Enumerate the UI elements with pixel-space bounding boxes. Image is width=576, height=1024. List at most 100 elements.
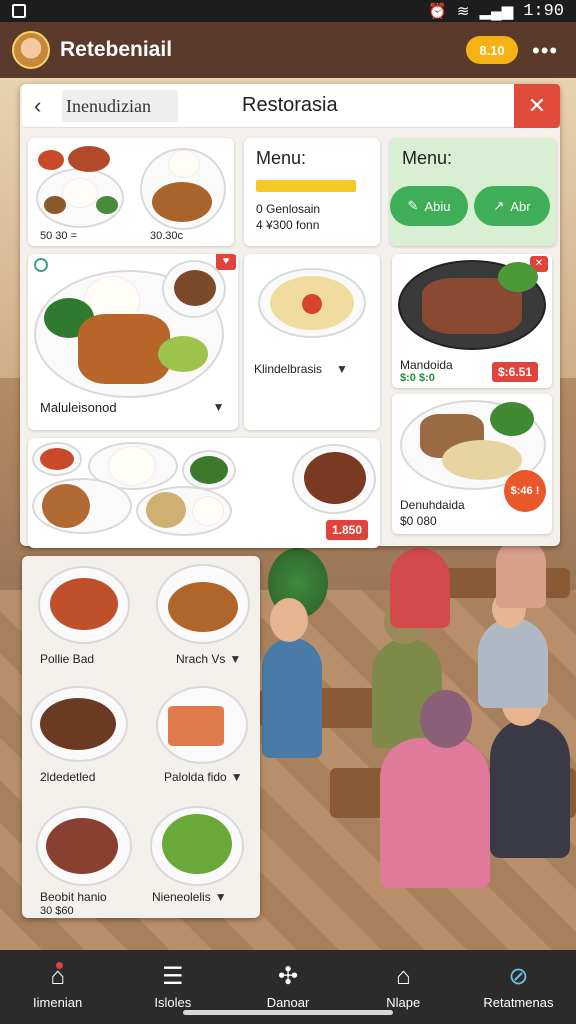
nav-item-compass[interactable]: ⊘ Retatmenas [461,950,576,1024]
menu-action-label: Abr [510,198,531,214]
nav-label: Iimenian [33,994,83,1010]
home-indicator[interactable] [183,1010,393,1015]
search-input[interactable] [62,90,178,122]
greens-image [490,402,534,436]
menu-action-button[interactable]: ↗ Abr [474,186,550,226]
chevron-down-icon[interactable]: ▼ [229,652,241,666]
verified-icon [34,258,48,272]
diner-head [420,690,472,748]
panel-title: Restorasia [242,94,338,116]
dish-label: 2ldedetled [40,770,96,784]
menu-title: Menu: [402,148,453,168]
dish-name: Klindelbrasis ▼ [254,362,348,376]
dish-card[interactable]: 50 30 = 30.30c [28,138,234,246]
panel-header: ‹ Restorasia ✕ [22,84,560,128]
dish-label: Denuhdaida [400,498,465,512]
dish-card[interactable]: ✕ Mandoida $:0 $:0 $:6.51 [392,254,552,388]
menu-action-card: Menu: ✎ Abiu ↗ Abr [390,138,556,246]
food-image [40,448,74,470]
dish-card[interactable]: 1.850 [28,438,380,548]
food-image [96,196,118,214]
meat-image [78,314,170,384]
greens-image [498,262,538,292]
nav-label: Nlape [386,994,421,1010]
diner-figure [478,618,548,708]
rice-image [168,150,200,178]
dish-name: Nrach Vs ▼ [176,652,241,666]
more-dots-icon[interactable]: ••• [532,38,558,64]
chevron-down-icon[interactable]: ▼ [336,362,348,376]
compass-icon: ⊘ [508,962,529,990]
alarm-icon: ⏰ [428,3,447,20]
close-icon: ✕ [527,93,547,118]
dish-label: Maluleisonod [40,400,117,415]
dish-label: Nieneolelis [152,890,211,904]
chevron-down-icon[interactable]: ▼ [215,890,227,904]
dish-card[interactable]: ♥ Maluleisonod ▼ [28,254,238,430]
nav-item-home[interactable]: ⌂ Iimenian [0,950,115,1024]
dish-name: Maluleisonod ▼ [40,400,225,415]
balance-pill[interactable]: 8.10 [466,36,518,64]
vegetable-image [162,814,232,874]
nav-label: Isloles [154,994,192,1010]
notification-dot [56,962,63,969]
price-tag: 1.850 [326,520,369,540]
nav-label: Danoar [266,994,310,1010]
diner-head [270,598,308,642]
share-icon: ↗ [493,198,505,213]
price-tag: $:6.51 [492,362,539,382]
chevron-down-icon[interactable]: ▼ [213,400,225,415]
menu-card[interactable]: Menu: 0 Genlosain 4 ¥300 fonn [244,138,380,246]
chevron-left-icon[interactable]: ‹ [34,93,41,119]
notification-icon [12,4,26,18]
menu-line: 0 Genlosain [256,202,321,216]
close-button[interactable]: ✕ [514,84,560,128]
bread-image [442,440,522,480]
avatar[interactable] [12,31,50,69]
diner-figure [262,638,322,758]
list-item[interactable]: 2ldedetled Palolda fido ▼ [22,680,260,800]
diner-figure [496,538,546,608]
meatball-image [50,578,118,630]
status-bar: ⏰ ≋ ▂▄▆ 1:90 [0,0,576,22]
discount-badge: $:46 ! [504,470,546,512]
diner-figure [390,548,450,628]
tag-icon: ✎ [407,198,419,213]
list-item[interactable]: Pollie Bad Nrach Vs ▼ [22,560,260,680]
list-icon: ☰ [162,962,184,990]
map-icon: ✣ [277,962,299,990]
food-image [174,270,216,306]
meat-image [46,818,118,874]
menu-title: Menu: [256,148,307,168]
food-image [44,196,66,214]
dish-card[interactable]: Klindelbrasis ▼ [244,254,380,430]
dish-price: $:0 $:0 [400,372,435,384]
dish-price: 50 30 = [40,230,78,242]
list-item[interactable]: Beobit hanio 30 $60 Nieneolelis ▼ [22,800,260,920]
avocado-image [158,336,208,372]
menu-action-button[interactable]: ✎ Abiu [390,186,468,226]
nav-label: Retatmenas [483,994,554,1010]
food-image [38,150,64,170]
diner-figure [380,738,490,888]
dish-label: Mandoida [400,358,453,372]
meat-image [40,698,116,750]
greens-image [190,456,228,484]
dish-name: Palolda fido ▼ [164,770,243,784]
meat-image [304,452,366,504]
dish-card[interactable]: Denuhdaida $0 080 $:46 ! [392,394,552,534]
dish-price: 30.30c [150,230,184,242]
dish-label: Pollie Bad [40,652,95,666]
food-image [152,182,212,222]
favorite-icon[interactable]: ♥ [216,254,236,270]
fried-image [168,582,238,632]
rice-image [62,178,98,208]
chevron-down-icon[interactable]: ▼ [231,770,243,784]
dish-price: 30 $60 [40,905,74,917]
wifi-icon: ≋ [456,3,470,20]
salmon-image [168,706,224,746]
menu-highlight-bar [256,180,356,192]
dish-label: Palolda fido [164,770,227,784]
app-title: Retebeniail [60,38,173,61]
signal-icon: ▂▄▆ [479,3,514,20]
